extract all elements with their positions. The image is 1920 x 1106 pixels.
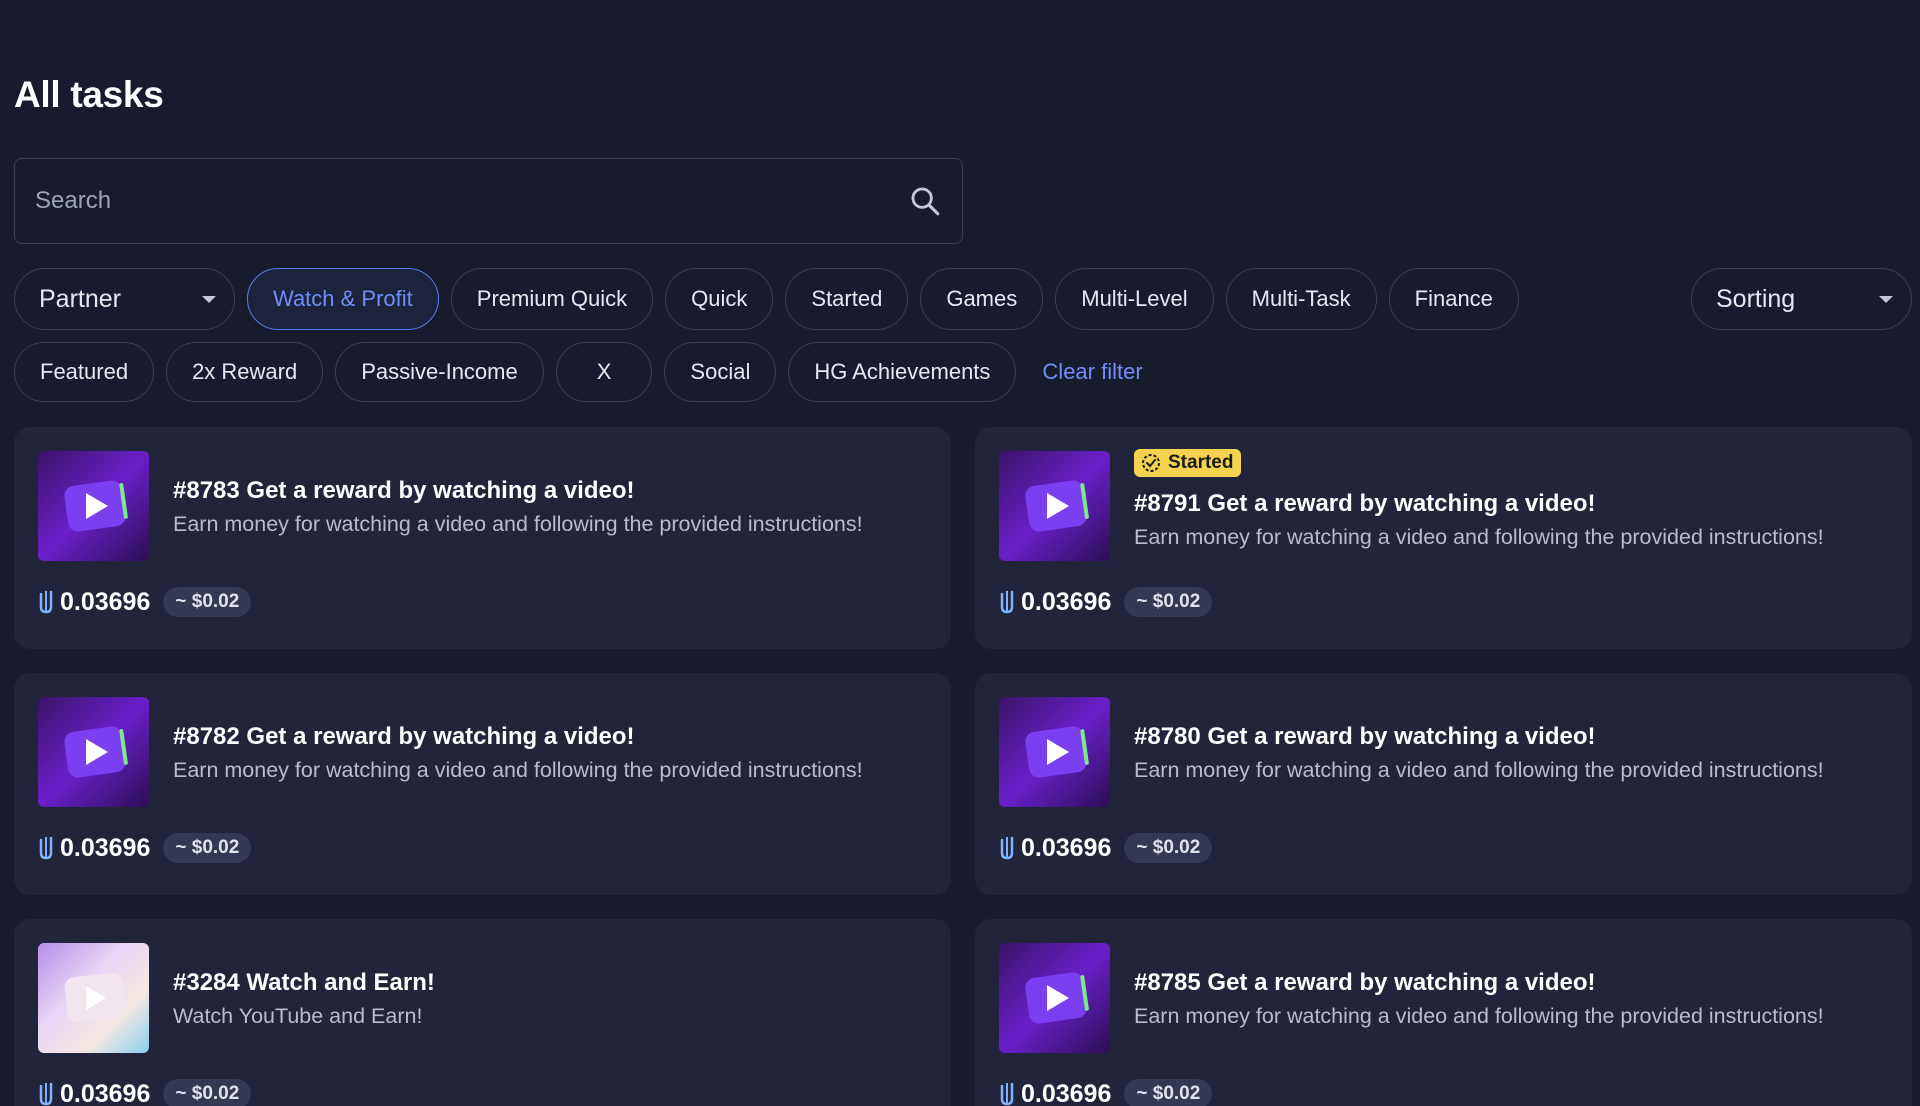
filter-chip-x[interactable]: X <box>555 342 653 402</box>
task-title: #3284 Watch and Earn! <box>173 969 435 996</box>
task-card[interactable]: #3284 Watch and Earn! Watch YouTube and … <box>14 919 951 1106</box>
reward-usd: ~ $0.02 <box>1124 587 1213 617</box>
filter-chip-multi-task[interactable]: Multi-Task <box>1225 268 1377 330</box>
filter-row-secondary: Featured 2x Reward Passive-Income X Soci… <box>14 342 1143 402</box>
reward-amount: 0.03696 <box>60 1079 151 1106</box>
filter-chip-featured[interactable]: Featured <box>14 342 155 402</box>
task-text: Started #8791 Get a reward by watching a… <box>1134 449 1892 552</box>
task-text: #8783 Get a reward by watching a video! … <box>173 475 931 539</box>
filter-chip-hg-achievements[interactable]: HG Achievements <box>788 342 1017 402</box>
tasks-page: All tasks Partner Watch & Profit Premium… <box>0 0 1920 1106</box>
clear-filter-link[interactable]: Clear filter <box>1042 359 1142 385</box>
task-title: #8791 Get a reward by watching a video! <box>1134 490 1596 517</box>
filter-chip-multi-level[interactable]: Multi-Level <box>1055 268 1214 330</box>
reward-amount: 0.03696 <box>1021 1079 1112 1106</box>
reward-amount: 0.03696 <box>1021 587 1112 616</box>
search-input[interactable] <box>35 187 908 215</box>
video-thumbnail <box>38 697 149 807</box>
task-reward: 0.03696 ~ $0.02 <box>38 833 252 863</box>
task-grid: #8783 Get a reward by watching a video! … <box>14 427 1912 1106</box>
task-card[interactable]: #8780 Get a reward by watching a video! … <box>975 673 1912 895</box>
video-thumbnail <box>999 943 1110 1053</box>
task-description: Watch YouTube and Earn! <box>173 1004 423 1028</box>
task-title: #8785 Get a reward by watching a video! <box>1134 969 1596 996</box>
task-reward: 0.03696 ~ $0.02 <box>999 1079 1213 1106</box>
reward-amount: 0.03696 <box>60 833 151 862</box>
task-description: Earn money for watching a video and foll… <box>1134 1004 1824 1028</box>
task-reward: 0.03696 ~ $0.02 <box>999 587 1213 617</box>
sorting-dropdown-label: Sorting <box>1716 284 1796 313</box>
timer-icon <box>1142 454 1160 472</box>
reward-usd: ~ $0.02 <box>1124 833 1213 863</box>
chevron-down-icon <box>1879 295 1893 303</box>
video-thumbnail <box>999 697 1110 807</box>
task-text: #8785 Get a reward by watching a video! … <box>1134 967 1892 1031</box>
task-card[interactable]: Started #8791 Get a reward by watching a… <box>975 427 1912 649</box>
reward-amount: 0.03696 <box>60 587 151 616</box>
filter-row-primary: Partner Watch & Profit Premium Quick Qui… <box>14 268 1912 330</box>
token-icon <box>39 1082 53 1106</box>
filter-chip-games[interactable]: Games <box>920 268 1044 330</box>
page-title: All tasks <box>14 74 164 115</box>
task-title: #8782 Get a reward by watching a video! <box>173 723 635 750</box>
partner-dropdown-label: Partner <box>39 284 121 313</box>
filter-chip-quick[interactable]: Quick <box>665 268 774 330</box>
filter-chip-2x-reward[interactable]: 2x Reward <box>166 342 324 402</box>
task-text: #8782 Get a reward by watching a video! … <box>173 721 931 785</box>
video-thumbnail <box>999 451 1110 561</box>
task-reward: 0.03696 ~ $0.02 <box>38 1079 252 1106</box>
task-card[interactable]: #8785 Get a reward by watching a video! … <box>975 919 1912 1106</box>
task-title: #8783 Get a reward by watching a video! <box>173 477 635 504</box>
task-title: #8780 Get a reward by watching a video! <box>1134 723 1596 750</box>
chevron-down-icon <box>202 295 216 303</box>
filter-chip-started[interactable]: Started <box>785 268 909 330</box>
task-text: #3284 Watch and Earn! Watch YouTube and … <box>173 967 931 1031</box>
token-icon <box>39 836 53 860</box>
status-badge-label: Started <box>1168 452 1234 473</box>
youtube-thumbnail <box>38 943 149 1053</box>
task-reward: 0.03696 ~ $0.02 <box>38 587 252 617</box>
filter-chip-passive-income[interactable]: Passive-Income <box>335 342 544 402</box>
reward-usd: ~ $0.02 <box>1124 1079 1213 1106</box>
token-icon <box>39 590 53 614</box>
search-icon[interactable] <box>908 184 942 218</box>
reward-usd: ~ $0.02 <box>163 833 252 863</box>
search-box <box>14 158 963 244</box>
video-thumbnail <box>38 451 149 561</box>
task-text: #8780 Get a reward by watching a video! … <box>1134 721 1892 785</box>
task-description: Earn money for watching a video and foll… <box>173 512 863 536</box>
filter-chip-watch-profit[interactable]: Watch & Profit <box>247 268 439 330</box>
token-icon <box>1000 1082 1014 1106</box>
task-description: Earn money for watching a video and foll… <box>1134 525 1824 549</box>
filter-chip-finance[interactable]: Finance <box>1388 268 1519 330</box>
task-card[interactable]: #8782 Get a reward by watching a video! … <box>14 673 951 895</box>
token-icon <box>1000 590 1014 614</box>
reward-usd: ~ $0.02 <box>163 587 252 617</box>
token-icon <box>1000 836 1014 860</box>
task-description: Earn money for watching a video and foll… <box>1134 758 1824 782</box>
task-reward: 0.03696 ~ $0.02 <box>999 833 1213 863</box>
task-description: Earn money for watching a video and foll… <box>173 758 863 782</box>
partner-dropdown[interactable]: Partner <box>14 268 235 330</box>
reward-usd: ~ $0.02 <box>163 1079 252 1106</box>
filter-chip-premium-quick[interactable]: Premium Quick <box>450 268 654 330</box>
reward-amount: 0.03696 <box>1021 833 1112 862</box>
sorting-dropdown[interactable]: Sorting <box>1691 268 1912 330</box>
status-badge: Started <box>1134 449 1242 477</box>
filter-chip-social[interactable]: Social <box>664 342 777 402</box>
task-card[interactable]: #8783 Get a reward by watching a video! … <box>14 427 951 649</box>
